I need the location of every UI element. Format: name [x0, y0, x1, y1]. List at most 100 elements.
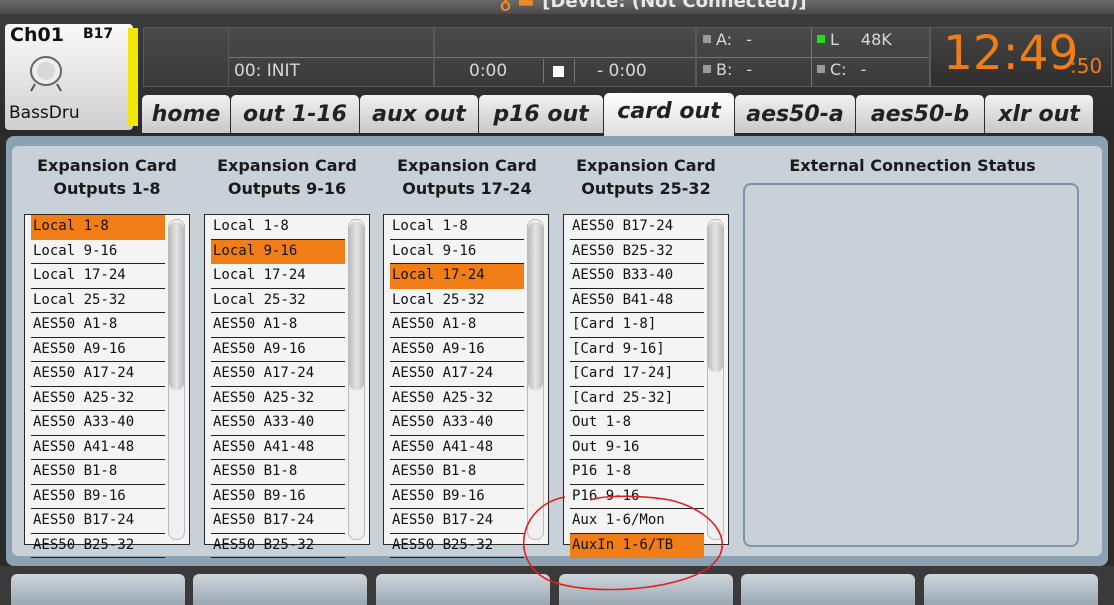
- scrollbar[interactable]: [168, 219, 185, 540]
- list-item[interactable]: AES50 A17-24: [390, 362, 524, 387]
- list-item[interactable]: [Card 25-32]: [570, 387, 704, 411]
- list-item[interactable]: AES50 B41-48: [570, 289, 704, 313]
- list-item[interactable]: Local 9-16: [31, 240, 165, 264]
- output-list-17-24[interactable]: Local 1-8 Local 9-16 Local 17-24 Local 25-3…: [383, 214, 549, 558]
- scene-display: 00: INIT: [228, 27, 434, 87]
- soft-button-1[interactable]: [11, 574, 185, 605]
- scrollbar-thumb[interactable]: [708, 222, 723, 372]
- list-item[interactable]: AES50 B25-32: [390, 534, 524, 558]
- indicator-b: B: -: [703, 60, 752, 79]
- list-item[interactable]: [Card 9-16]: [570, 338, 704, 362]
- title-bar: ᵹ ▬ [Device: (Not Connected)]: [0, 0, 1114, 14]
- divider: [435, 57, 695, 58]
- column-header-2: Expansion Card Outputs 9-16: [217, 156, 357, 198]
- list-item[interactable]: AES50 B17-24: [570, 215, 704, 240]
- list-item[interactable]: Local 1-8: [31, 215, 165, 240]
- list-item[interactable]: AES50 B17-24: [390, 509, 524, 534]
- list-item[interactable]: Local 17-24: [31, 264, 165, 289]
- soft-button-6[interactable]: [924, 574, 1098, 605]
- list-item[interactable]: AES50 B17-24: [211, 509, 345, 534]
- scrollbar[interactable]: [707, 219, 724, 540]
- list-item[interactable]: AES50 B1-8: [31, 460, 165, 485]
- scrollbar-thumb[interactable]: [169, 222, 184, 390]
- transport-display: 0:00 - 0:00: [434, 27, 696, 87]
- divider: [811, 28, 812, 86]
- tab-aes50-b[interactable]: aes50-b: [856, 95, 984, 133]
- scrollbar[interactable]: [527, 219, 544, 540]
- tab-out-1-16[interactable]: out 1-16: [231, 95, 359, 133]
- channel-name: BassDru: [9, 103, 80, 123]
- list-item[interactable]: Local 25-32: [211, 289, 345, 313]
- list-item[interactable]: AES50 A41-48: [31, 436, 165, 460]
- list-item[interactable]: AES50 B9-16: [31, 485, 165, 509]
- list-item[interactable]: AES50 B25-32: [31, 534, 165, 558]
- column-header-1: Expansion Card Outputs 1-8: [37, 156, 177, 198]
- tab-home[interactable]: home: [142, 95, 230, 133]
- list-item[interactable]: AES50 A33-40: [211, 411, 345, 436]
- list-item[interactable]: Local 17-24: [211, 264, 345, 289]
- list-item[interactable]: Local 17-24: [390, 264, 524, 289]
- external-status-box: [743, 183, 1079, 547]
- list-item[interactable]: P16 9-16: [570, 485, 704, 509]
- list-item[interactable]: AES50 A33-40: [31, 411, 165, 436]
- list-item[interactable]: AES50 B9-16: [390, 485, 524, 509]
- list-item[interactable]: AES50 B1-8: [211, 460, 345, 485]
- output-list-25-32[interactable]: AES50 B17-24 AES50 B25-32 AES50 B33-40 AES5…: [563, 214, 729, 558]
- channel-box[interactable]: Ch01 B17 BassDru: [5, 24, 138, 130]
- list-item[interactable]: AES50 A9-16: [390, 338, 524, 362]
- list-item[interactable]: AES50 A41-48: [211, 436, 345, 460]
- list-item[interactable]: AES50 A9-16: [211, 338, 345, 362]
- list-item[interactable]: Out 1-8: [570, 411, 704, 436]
- tab-aux-out[interactable]: aux out: [360, 95, 478, 133]
- clock-time: 12:49: [943, 26, 1079, 81]
- tab-card-out[interactable]: card out: [604, 93, 734, 139]
- output-list-9-16[interactable]: Local 1-8 Local 9-16 Local 17-24 Local 25-3…: [204, 214, 370, 558]
- list-item[interactable]: AES50 A25-32: [31, 387, 165, 411]
- list-item[interactable]: AES50 B9-16: [211, 485, 345, 509]
- scrollbar-thumb[interactable]: [528, 222, 543, 390]
- list-item[interactable]: [Card 17-24]: [570, 362, 704, 387]
- clock: 12:49 :50: [930, 26, 1112, 87]
- list-item[interactable]: AES50 A1-8: [390, 313, 524, 338]
- list-item[interactable]: AES50 A17-24: [31, 362, 165, 387]
- list-item[interactable]: AES50 B17-24: [31, 509, 165, 534]
- status-indicators: A: - B: - L 48K C: -: [696, 27, 930, 87]
- status-square-icon: [703, 65, 711, 73]
- list-item[interactable]: Local 1-8: [211, 215, 345, 240]
- list-item[interactable]: AES50 B25-32: [211, 534, 345, 558]
- list-item[interactable]: P16 1-8: [570, 460, 704, 485]
- tab-aes50-a[interactable]: aes50-a: [735, 95, 855, 133]
- list-item[interactable]: AES50 A1-8: [31, 313, 165, 338]
- list-item[interactable]: Aux 1-6/Mon: [570, 509, 704, 534]
- list-item[interactable]: Local 1-8: [390, 215, 524, 240]
- indicator-a: A: -: [703, 30, 752, 49]
- list-item[interactable]: AES50 A25-32: [211, 387, 345, 411]
- list-item[interactable]: AES50 A17-24: [211, 362, 345, 387]
- tab-xlr-out[interactable]: xlr out: [985, 95, 1093, 133]
- window-title: ᵹ ▬ [Device: (Not Connected)]: [500, 0, 807, 12]
- list-item[interactable]: AES50 B25-32: [570, 240, 704, 264]
- list-item[interactable]: AES50 A41-48: [390, 436, 524, 460]
- scrollbar-thumb[interactable]: [349, 222, 364, 390]
- tab-p16-out[interactable]: p16 out: [479, 95, 603, 133]
- output-list-1-8[interactable]: Local 1-8 Local 9-16 Local 17-24 Local 25-3…: [24, 214, 190, 558]
- list-item[interactable]: AES50 A33-40: [390, 411, 524, 436]
- list-item[interactable]: AES50 A1-8: [211, 313, 345, 338]
- list-item[interactable]: Local 9-16: [390, 240, 524, 264]
- list-item[interactable]: AES50 B33-40: [570, 264, 704, 289]
- scrollbar[interactable]: [348, 219, 365, 540]
- list-item[interactable]: Out 9-16: [570, 436, 704, 460]
- list-item[interactable]: Local 25-32: [31, 289, 165, 313]
- soft-button-4[interactable]: [559, 574, 733, 605]
- list-item[interactable]: AES50 A25-32: [390, 387, 524, 411]
- soft-button-5[interactable]: [741, 574, 915, 605]
- list-item[interactable]: AES50 A9-16: [31, 338, 165, 362]
- list-item[interactable]: Local 25-32: [390, 289, 524, 313]
- list-item[interactable]: Local 9-16: [211, 239, 345, 264]
- list-item[interactable]: AES50 B1-8: [390, 460, 524, 485]
- soft-button-3[interactable]: [376, 574, 550, 605]
- soft-button-2[interactable]: [193, 574, 367, 605]
- list-item[interactable]: AuxIn 1-6/TB: [570, 533, 704, 558]
- list-item[interactable]: [Card 1-8]: [570, 313, 704, 338]
- stop-button[interactable]: [543, 59, 575, 83]
